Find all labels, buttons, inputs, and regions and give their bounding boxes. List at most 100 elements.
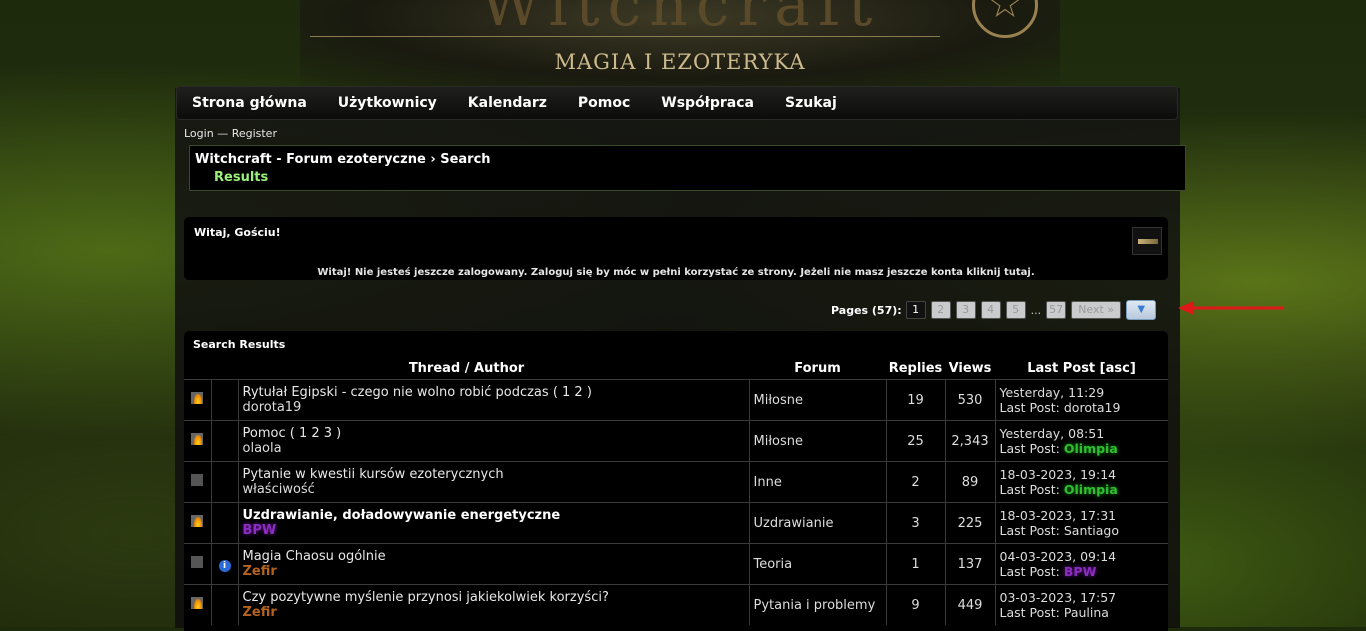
page-jump-dropdown-icon[interactable]: ▼ <box>1126 300 1157 320</box>
thread-author-link[interactable]: właściwość <box>243 482 749 497</box>
forum-link[interactable]: Teoria <box>748 543 886 585</box>
last-post-line: Last Post: Olimpia <box>1000 482 1169 497</box>
replies-count[interactable]: 19 <box>885 379 945 421</box>
page-3-link[interactable]: 3 <box>955 301 976 319</box>
last-post-date[interactable]: Yesterday, 11:29 <box>1000 385 1169 400</box>
thread-title-line: Czy pozytywne myślenie przynosi jakiekol… <box>243 590 749 605</box>
last-post-label: Last Post: <box>999 523 1060 538</box>
hot-folder-icon <box>191 433 204 445</box>
collapse-toggle-button[interactable] <box>1132 227 1162 255</box>
page-5-link[interactable]: 5 <box>1005 301 1026 319</box>
thread-title-link[interactable]: Pytanie w kwestii kursów ezoterycznych <box>243 467 504 482</box>
nav-search[interactable]: Szukaj <box>785 95 837 111</box>
thread-title-link[interactable]: Czy pozytywne myślenie przynosi jakiekol… <box>243 590 609 605</box>
welcome-panel: Witaj, Gościu! Witaj! Nie jesteś jeszcze… <box>184 217 1168 280</box>
last-post-label: Last Post: <box>999 564 1060 579</box>
views-count: 89 <box>944 461 995 503</box>
views-count: 2,343 <box>944 420 995 462</box>
welcome-text: Witaj! Nie jesteś jeszcze zalogowany. Za… <box>317 267 1035 278</box>
login-bar: Login — Register <box>184 127 277 140</box>
header-replies[interactable]: Replies <box>886 358 945 380</box>
thread-cell: Pomoc ( 1 2 3 ) olaola <box>237 420 749 462</box>
header-thread-author[interactable]: Thread / Author <box>184 358 749 380</box>
register-link[interactable]: Register <box>232 127 277 140</box>
thread-author-link[interactable]: olaola <box>243 441 749 456</box>
search-results-title: Search Results <box>193 338 286 351</box>
last-post-user-link[interactable]: Santiago <box>1064 523 1119 538</box>
nav-help[interactable]: Pomoc <box>578 95 630 111</box>
forum-link[interactable]: Pytania i problemy <box>748 584 886 625</box>
thread-status-cell <box>184 461 211 503</box>
last-post-user-link[interactable]: Olimpia <box>1064 441 1118 456</box>
thread-pages-link[interactable]: ( 1 2 ) <box>553 385 592 400</box>
page-last-link[interactable]: 57 <box>1046 301 1067 319</box>
page-2-link[interactable]: 2 <box>930 301 951 319</box>
header-banner: Witchcraft ☆ MAGIA I EZOTERYKA <box>300 0 1060 88</box>
last-post-cell: 18-03-2023, 19:14 Last Post: Olimpia <box>994 461 1169 503</box>
last-post-cell: 18-03-2023, 17:31 Last Post: Santiago <box>994 502 1169 544</box>
breadcrumb-trail: Witchcraft - Forum ezoteryczne › Search <box>195 152 491 167</box>
nav-users[interactable]: Użytkownicy <box>338 95 437 111</box>
forum-link[interactable]: Miłosne <box>748 420 886 462</box>
views-count: 225 <box>944 502 995 544</box>
folder-icon <box>191 474 204 486</box>
breadcrumb-search-link[interactable]: Search <box>440 152 490 167</box>
forum-link[interactable]: Inne <box>748 461 886 503</box>
thread-cell: Pytanie w kwestii kursów ezoterycznych w… <box>237 461 749 503</box>
header-forum[interactable]: Forum <box>749 358 886 380</box>
replies-count[interactable]: 9 <box>885 584 945 625</box>
last-post-date[interactable]: 18-03-2023, 19:14 <box>1000 467 1169 482</box>
last-post-date[interactable]: 03-03-2023, 17:57 <box>1000 590 1169 605</box>
thread-title-link[interactable]: Magia Chaosu ogólnie <box>243 549 386 564</box>
last-post-user-link[interactable]: dorota19 <box>1064 400 1121 415</box>
next-page-button[interactable]: Next » <box>1071 301 1122 319</box>
last-post-user-link[interactable]: Paulina <box>1064 605 1109 620</box>
page-4-link[interactable]: 4 <box>980 301 1001 319</box>
nav-cooperation[interactable]: Współpraca <box>661 95 754 111</box>
thread-status-cell <box>184 543 211 585</box>
last-post-date[interactable]: 04-03-2023, 09:14 <box>1000 549 1169 564</box>
header-last-post[interactable]: Last Post [asc] <box>995 358 1168 380</box>
thread-author-link[interactable]: BPW <box>243 523 749 538</box>
forum-link[interactable]: Miłosne <box>748 379 886 421</box>
last-post-cell: Yesterday, 08:51 Last Post: Olimpia <box>994 420 1169 462</box>
last-post-label: Last Post: <box>999 605 1060 620</box>
last-post-line: Last Post: Olimpia <box>1000 441 1169 456</box>
replies-count[interactable]: 2 <box>885 461 945 503</box>
replies-count[interactable]: 1 <box>885 543 945 585</box>
thread-author-link[interactable]: Zefir <box>243 564 749 579</box>
last-post-date[interactable]: 18-03-2023, 17:31 <box>1000 508 1169 523</box>
views-count: 449 <box>944 584 995 625</box>
thread-title-line: Pomoc ( 1 2 3 ) <box>243 426 749 441</box>
last-post-date[interactable]: Yesterday, 08:51 <box>1000 426 1169 441</box>
header-views[interactable]: Views <box>945 358 995 380</box>
banner-divider <box>310 36 940 37</box>
table-row: Pytanie w kwestii kursów ezoterycznych w… <box>184 461 1169 503</box>
replies-count[interactable]: 25 <box>885 420 945 462</box>
breadcrumb-forum-link[interactable]: Witchcraft - Forum ezoteryczne <box>195 152 426 167</box>
thread-author-link[interactable]: Zefir <box>243 605 749 620</box>
login-link[interactable]: Login <box>184 127 214 140</box>
thread-title-link[interactable]: Uzdrawianie, doładowywanie energetyczne <box>243 508 561 523</box>
last-post-user-link[interactable]: Olimpia <box>1064 482 1118 497</box>
table-row: Rytułał Egipski - czego nie wolno robić … <box>184 379 1169 421</box>
thread-title-link[interactable]: Rytułał Egipski - czego nie wolno robić … <box>243 385 549 400</box>
info-icon: i <box>218 559 231 572</box>
forum-link[interactable]: Uzdrawianie <box>748 502 886 544</box>
last-post-label: Last Post: <box>999 400 1060 415</box>
nav-home[interactable]: Strona główna <box>192 95 307 111</box>
thread-author-link[interactable]: dorota19 <box>243 400 749 415</box>
thread-status-cell <box>184 379 211 421</box>
thread-pages-link[interactable]: ( 1 2 3 ) <box>290 426 342 441</box>
last-post-user-link[interactable]: BPW <box>1064 564 1096 579</box>
views-count: 530 <box>944 379 995 421</box>
thread-title-link[interactable]: Pomoc <box>243 426 286 441</box>
hot-folder-icon <box>191 515 204 527</box>
replies-count[interactable]: 3 <box>885 502 945 544</box>
table-header-row: Thread / Author Forum Replies Views Last… <box>184 358 1168 380</box>
thread-status-cell <box>184 584 211 625</box>
thread-title-line: Pytanie w kwestii kursów ezoterycznych <box>243 467 749 482</box>
thread-title-line: Uzdrawianie, doładowywanie energetyczne <box>243 508 749 523</box>
nav-calendar[interactable]: Kalendarz <box>468 95 547 111</box>
last-post-line: Last Post: dorota19 <box>1000 400 1169 415</box>
